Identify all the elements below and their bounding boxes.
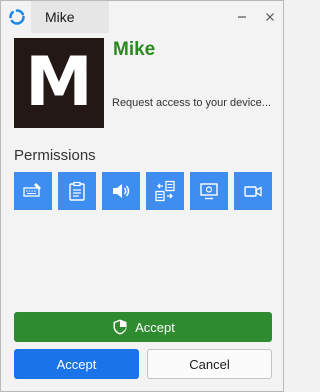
minimize-icon — [238, 16, 246, 18]
audio-icon — [113, 184, 130, 198]
accept-label: Accept — [56, 356, 97, 372]
permission-camera[interactable] — [234, 172, 272, 210]
remote-desktop-icon — [200, 183, 218, 200]
connection-request-window: Mike M Mike Request access to your devic… — [0, 0, 284, 392]
request-text: Request access to your device... — [112, 97, 271, 109]
avatar: M — [14, 38, 104, 128]
accept-secure-button[interactable]: Accept — [14, 312, 272, 342]
close-icon — [266, 13, 274, 21]
window-title: Mike — [45, 9, 75, 25]
camera-icon — [244, 186, 262, 197]
cancel-label: Cancel — [189, 356, 230, 372]
file-transfer-icon — [155, 180, 175, 202]
permissions-label: Permissions — [14, 147, 96, 164]
permission-keyboard[interactable] — [14, 172, 52, 210]
cancel-button[interactable]: Cancel — [147, 349, 272, 379]
avatar-letter: M — [25, 43, 93, 122]
title-bar: Mike — [1, 1, 283, 33]
minimize-button[interactable] — [231, 6, 253, 28]
close-button[interactable] — [259, 6, 281, 28]
permission-file-transfer[interactable] — [146, 172, 184, 210]
app-logo-icon — [8, 8, 26, 26]
permission-audio[interactable] — [102, 172, 140, 210]
keyboard-icon — [23, 183, 41, 197]
shield-icon — [113, 319, 127, 335]
window-tab[interactable]: Mike — [31, 1, 109, 33]
clipboard-icon — [69, 181, 85, 201]
accept-button[interactable]: Accept — [14, 349, 139, 379]
peer-name: Mike — [113, 39, 156, 60]
accept-secure-label: Accept — [135, 319, 175, 335]
permission-clipboard[interactable] — [58, 172, 96, 210]
permission-remote-desktop[interactable] — [190, 172, 228, 210]
